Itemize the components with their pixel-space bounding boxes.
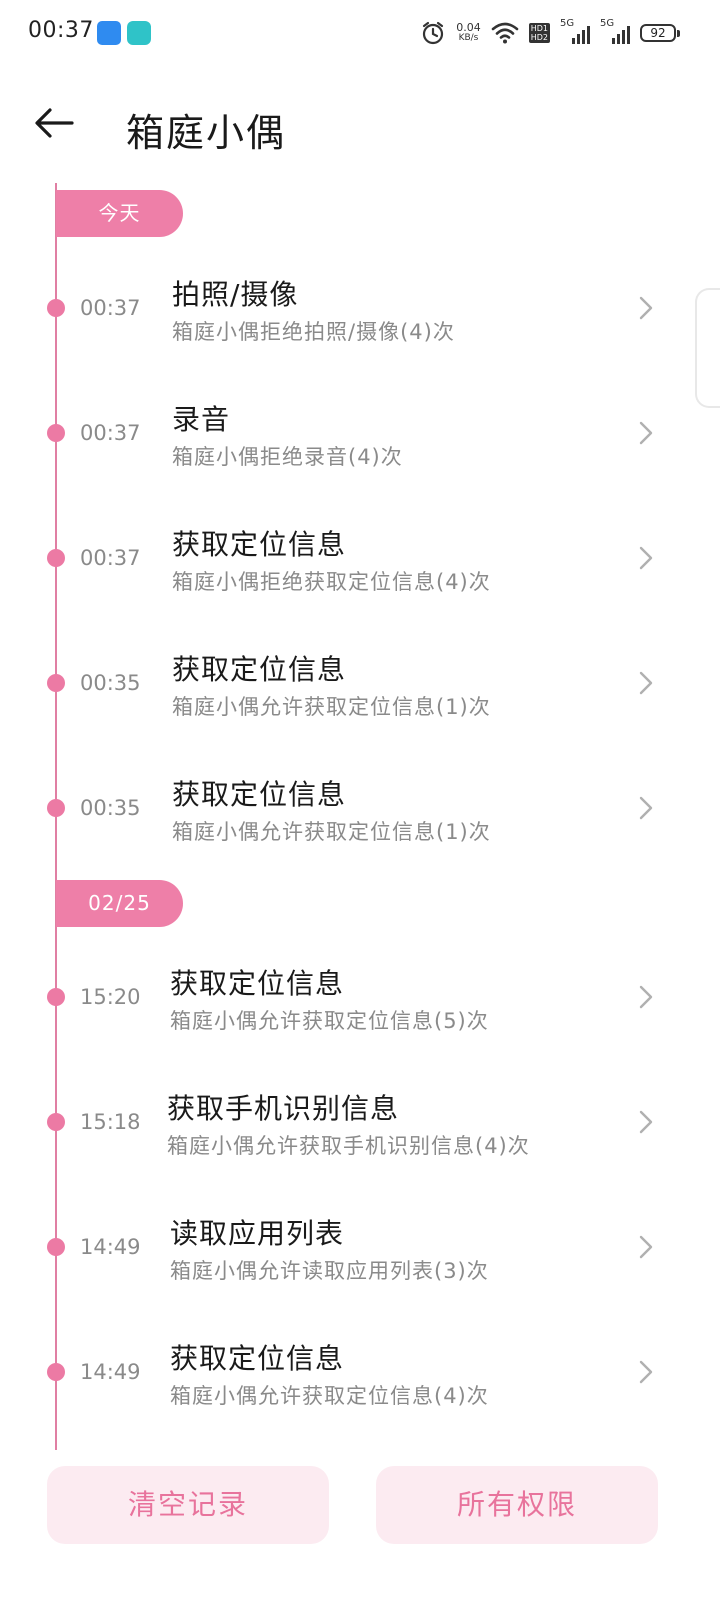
record-title: 获取定位信息 xyxy=(172,778,347,811)
record-time: 15:20 xyxy=(80,985,141,1009)
timeline-dot xyxy=(47,299,65,317)
signal-sim2: 5G xyxy=(600,18,630,46)
record-time: 14:49 xyxy=(80,1235,141,1259)
battery-icon: 92 xyxy=(640,24,680,42)
edge-panel-handle[interactable] xyxy=(695,288,720,408)
record-title: 拍照/摄像 xyxy=(172,278,299,311)
hd1-label: HD1 xyxy=(530,24,548,33)
timeline-dot xyxy=(47,799,65,817)
hd2-label: HD2 xyxy=(530,33,548,42)
permission-record[interactable]: 14:49 读取应用列表 箱庭小偶允许读取应用列表(3)次 xyxy=(0,1192,720,1302)
date-badge: 02/25 xyxy=(56,880,183,927)
record-description: 箱庭小偶允许获取定位信息(5)次 xyxy=(170,1009,489,1033)
record-description: 箱庭小偶允许读取应用列表(3)次 xyxy=(170,1259,489,1283)
signal-bars-icon xyxy=(612,26,630,44)
hd-badge: HD1 HD2 xyxy=(528,23,550,43)
notification-app-icon-2 xyxy=(127,21,151,45)
network-speed: 0.04 KB/s xyxy=(456,22,481,44)
record-time: 00:37 xyxy=(80,296,141,320)
timeline-dot xyxy=(47,424,65,442)
timeline-dot xyxy=(47,988,65,1006)
signal-bars-icon xyxy=(572,26,590,44)
permission-record[interactable]: 15:20 获取定位信息 箱庭小偶允许获取定位信息(5)次 xyxy=(0,942,720,1052)
timeline-dot xyxy=(47,1363,65,1381)
timeline-dot xyxy=(47,1238,65,1256)
page-title: 箱庭小偶 xyxy=(126,111,287,155)
status-indicators: 0.04 KB/s HD1 HD2 5G 5G 92 xyxy=(420,18,680,48)
record-time: 15:18 xyxy=(80,1110,141,1134)
chevron-right-icon xyxy=(639,671,653,695)
chevron-right-icon xyxy=(639,546,653,570)
clear-records-button[interactable]: 清空记录 xyxy=(47,1466,329,1544)
chevron-right-icon xyxy=(639,296,653,320)
status-time: 00:37 xyxy=(28,18,94,43)
chevron-right-icon xyxy=(639,421,653,445)
permission-record[interactable]: 14:49 获取定位信息 箱庭小偶允许获取定位信息(4)次 xyxy=(0,1317,720,1427)
record-description: 箱庭小偶拒绝拍照/摄像(4)次 xyxy=(172,320,455,344)
chevron-right-icon xyxy=(639,1360,653,1384)
record-title: 获取手机识别信息 xyxy=(167,1092,400,1125)
back-button[interactable] xyxy=(30,98,80,148)
record-description: 箱庭小偶允许获取手机识别信息(4)次 xyxy=(167,1134,530,1158)
record-description: 箱庭小偶允许获取定位信息(4)次 xyxy=(170,1384,489,1408)
record-title: 读取应用列表 xyxy=(170,1217,345,1250)
chevron-right-icon xyxy=(639,1235,653,1259)
chevron-right-icon xyxy=(639,796,653,820)
record-time: 00:37 xyxy=(80,421,141,445)
wifi-icon xyxy=(491,22,519,44)
header: 箱庭小偶 xyxy=(0,68,720,183)
timeline-dot xyxy=(47,549,65,567)
alarm-icon xyxy=(423,21,444,45)
permission-record[interactable]: 00:37 拍照/摄像 箱庭小偶拒绝拍照/摄像(4)次 xyxy=(0,253,720,363)
permission-record[interactable]: 15:18 获取手机识别信息 箱庭小偶允许获取手机识别信息(4)次 xyxy=(0,1067,720,1177)
notification-app-icon xyxy=(97,21,121,45)
record-time: 14:49 xyxy=(80,1360,141,1384)
record-description: 箱庭小偶允许获取定位信息(1)次 xyxy=(172,695,491,719)
record-title: 获取定位信息 xyxy=(172,653,347,686)
record-title: 获取定位信息 xyxy=(170,1342,345,1375)
chevron-right-icon xyxy=(639,985,653,1009)
record-description: 箱庭小偶拒绝获取定位信息(4)次 xyxy=(172,570,491,594)
record-title: 录音 xyxy=(172,403,231,436)
permission-record[interactable]: 00:35 获取定位信息 箱庭小偶允许获取定位信息(1)次 xyxy=(0,628,720,738)
record-title: 获取定位信息 xyxy=(172,528,347,561)
record-time: 00:35 xyxy=(80,671,141,695)
chevron-right-icon xyxy=(639,1110,653,1134)
status-bar: 00:37 0.04 KB/s HD1 HD2 5G 5G 92 xyxy=(0,0,720,68)
signal-sim1: 5G xyxy=(560,18,590,46)
permission-record[interactable]: 00:37 录音 箱庭小偶拒绝录音(4)次 xyxy=(0,378,720,488)
network-speed-unit: KB/s xyxy=(458,33,479,43)
network-speed-value: 0.04 xyxy=(456,21,481,34)
date-badge: 今天 xyxy=(56,190,183,237)
all-permissions-button[interactable]: 所有权限 xyxy=(376,1466,658,1544)
permission-record[interactable]: 00:37 获取定位信息 箱庭小偶拒绝获取定位信息(4)次 xyxy=(0,503,720,613)
timeline-dot xyxy=(47,1113,65,1131)
battery-level: 92 xyxy=(640,24,676,42)
record-description: 箱庭小偶拒绝录音(4)次 xyxy=(172,445,403,469)
record-title: 获取定位信息 xyxy=(170,967,345,1000)
timeline-dot xyxy=(47,674,65,692)
record-time: 00:35 xyxy=(80,796,141,820)
back-arrow-icon xyxy=(35,108,74,138)
record-description: 箱庭小偶允许获取定位信息(1)次 xyxy=(172,820,491,844)
record-time: 00:37 xyxy=(80,546,141,570)
permission-record[interactable]: 00:35 获取定位信息 箱庭小偶允许获取定位信息(1)次 xyxy=(0,753,720,863)
